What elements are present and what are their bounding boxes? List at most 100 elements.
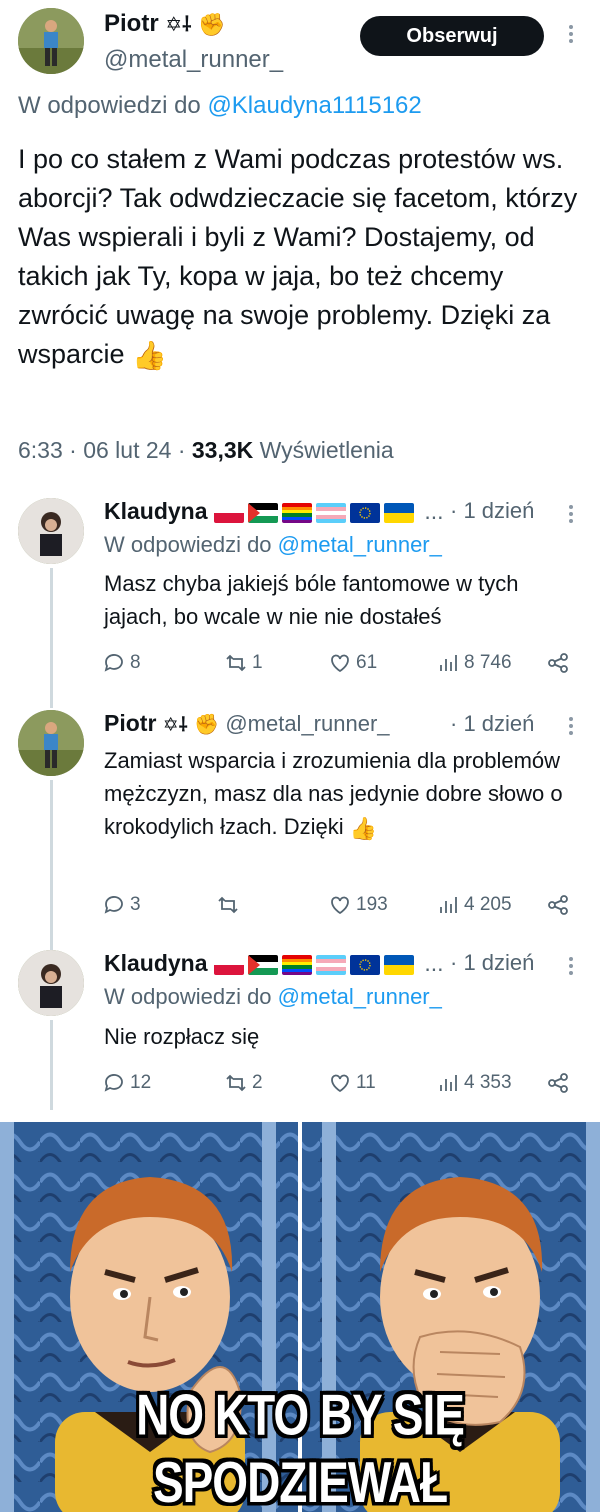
share-icon [548, 653, 568, 673]
thread-line [50, 1020, 53, 1110]
retweet-button[interactable]: 2 [224, 1068, 263, 1098]
reply-count: 12 [130, 1072, 152, 1093]
reply-to-link[interactable]: @Klaudyna1115162 [207, 92, 421, 119]
more-options-icon[interactable] [568, 714, 574, 738]
reply-actions: 12 2 11 4 353 [102, 1068, 574, 1098]
views-button[interactable]: 8 746 [436, 648, 512, 678]
reply-text: Nie rozpłacz się [104, 1024, 260, 1049]
reply-time[interactable]: · 1 dzień [450, 498, 534, 524]
reply-prefix: W odpowiedzi do [18, 92, 201, 119]
thread-line [50, 568, 53, 708]
reply-actions: 8 1 61 8 746 [102, 648, 574, 678]
follow-button[interactable]: Obserwuj [360, 16, 544, 56]
view-count: 4 353 [464, 1072, 512, 1093]
rock-hand-emoji-icon: ✊ [194, 714, 219, 737]
more-options-icon[interactable] [568, 22, 574, 46]
reply-button[interactable]: 8 [102, 648, 141, 678]
like-button[interactable]: 11 [328, 1068, 376, 1098]
retweet-count: 2 [252, 1072, 263, 1093]
ukraine-flag-icon [383, 502, 414, 523]
reply-time[interactable]: · 1 dzień [450, 950, 534, 976]
retweet-icon [226, 654, 246, 672]
reply-body: Zamiast wsparcia i zrozumienia dla probl… [104, 748, 563, 839]
retweet-button[interactable]: 1 [224, 648, 263, 678]
rainbow-flag-icon [281, 502, 312, 523]
reply-prefix: W odpowiedzi do [104, 984, 272, 1009]
reply-author-row[interactable]: Klaudyna ... [104, 950, 443, 977]
retweet-icon [218, 896, 238, 914]
poland-flag-icon [213, 502, 244, 523]
eu-flag-icon [349, 502, 380, 523]
reply-prefix: W odpowiedzi do [104, 532, 272, 557]
like-count: 11 [356, 1072, 376, 1093]
views-label: Wyświetlenia [259, 437, 394, 463]
reply-count: 8 [130, 652, 141, 673]
thumbs-up-emoji-icon: 👍 [132, 340, 167, 372]
comment-icon [104, 654, 123, 672]
reply-author-name[interactable]: Klaudyna [104, 950, 208, 976]
author-handle[interactable]: @metal_runner_ [104, 46, 283, 74]
more-options-icon[interactable] [568, 502, 574, 526]
share-icon [548, 895, 568, 915]
reply-author-row[interactable]: Klaudyna ... [104, 498, 443, 525]
reply-button[interactable]: 12 [102, 1068, 151, 1098]
like-button[interactable]: 193 [328, 890, 388, 920]
tweet-time[interactable]: 6:33 · 06 lut 24 · [18, 437, 186, 463]
analytics-icon [440, 1075, 457, 1091]
poland-flag-icon [213, 954, 244, 975]
reply-time[interactable]: · 1 dzień [450, 711, 534, 737]
name-ellipsis: ... [424, 950, 444, 976]
reply-text: Masz chyba jakiejś bóle fantomowe w tych… [104, 571, 519, 629]
palestine-flag-icon [247, 954, 278, 975]
retweet-icon [226, 1074, 246, 1092]
views-count: 33,3K [191, 437, 254, 463]
more-options-icon[interactable] [568, 954, 574, 978]
like-button[interactable]: 61 [328, 648, 377, 678]
retweet-button[interactable] [216, 890, 244, 920]
share-button[interactable] [546, 890, 570, 920]
reply-avatar[interactable] [18, 950, 84, 1016]
share-button[interactable] [546, 648, 570, 678]
reply-handle[interactable]: @metal_runner_ [225, 711, 389, 736]
reply-context: W odpowiedzi do @Klaudyna1115162 [18, 92, 422, 120]
reply-actions: 3 193 4 205 [102, 890, 574, 920]
meme-caption: NO KTO BY SIĘ SPODZIEWAŁ [136, 1381, 465, 1512]
view-count: 8 746 [464, 652, 512, 673]
analytics-icon [440, 655, 457, 671]
like-count: 61 [356, 652, 378, 673]
views-button[interactable]: 4 353 [436, 1068, 512, 1098]
transgender-flag-icon [315, 502, 346, 523]
share-icon [548, 1073, 568, 1093]
main-author-avatar[interactable] [18, 8, 84, 74]
reply-author-name[interactable]: Piotr [104, 710, 156, 736]
reply-to-link[interactable]: @metal_runner_ [278, 984, 442, 1009]
reply-text: Zamiast wsparcia i zrozumienia dla probl… [104, 744, 574, 845]
main-author-name-row[interactable]: Piotr ✡⸸ ✊ [104, 10, 226, 38]
thumbs-up-emoji-icon: 👍 [349, 815, 378, 841]
rainbow-flag-icon [281, 954, 312, 975]
heart-icon [331, 654, 349, 673]
reply-avatar[interactable] [18, 498, 84, 564]
reply-count: 3 [130, 894, 141, 915]
like-count: 193 [356, 894, 388, 915]
views-button[interactable]: 4 205 [436, 890, 512, 920]
thread-line [50, 780, 53, 950]
main-tweet-text: I po co stałem z Wami podczas protestów … [18, 140, 588, 375]
eu-flag-icon [349, 954, 380, 975]
tweet-body: I po co stałem z Wami podczas protestów … [18, 144, 578, 369]
ukraine-flag-icon [383, 954, 414, 975]
reply-author-row[interactable]: Piotr ✡⸸ ✊ @metal_runner_ [104, 710, 390, 737]
reply-context: W odpowiedzi do @metal_runner_ [104, 984, 442, 1010]
reply-author-name[interactable]: Klaudyna [104, 498, 208, 524]
share-button[interactable] [546, 1068, 570, 1098]
tweet-meta: 6:33 · 06 lut 24 · 33,3K Wyświetlenia [18, 437, 394, 464]
view-count: 4 205 [464, 894, 512, 915]
reply-to-link[interactable]: @metal_runner_ [278, 532, 442, 557]
heart-icon [331, 1074, 349, 1093]
author-symbols: ✡⸸ [162, 715, 188, 736]
reply-avatar[interactable] [18, 710, 84, 776]
heart-icon [331, 896, 349, 915]
reply-context: W odpowiedzi do @metal_runner_ [104, 532, 442, 558]
reply-button[interactable]: 3 [102, 890, 141, 920]
author-name[interactable]: Piotr [104, 10, 159, 37]
